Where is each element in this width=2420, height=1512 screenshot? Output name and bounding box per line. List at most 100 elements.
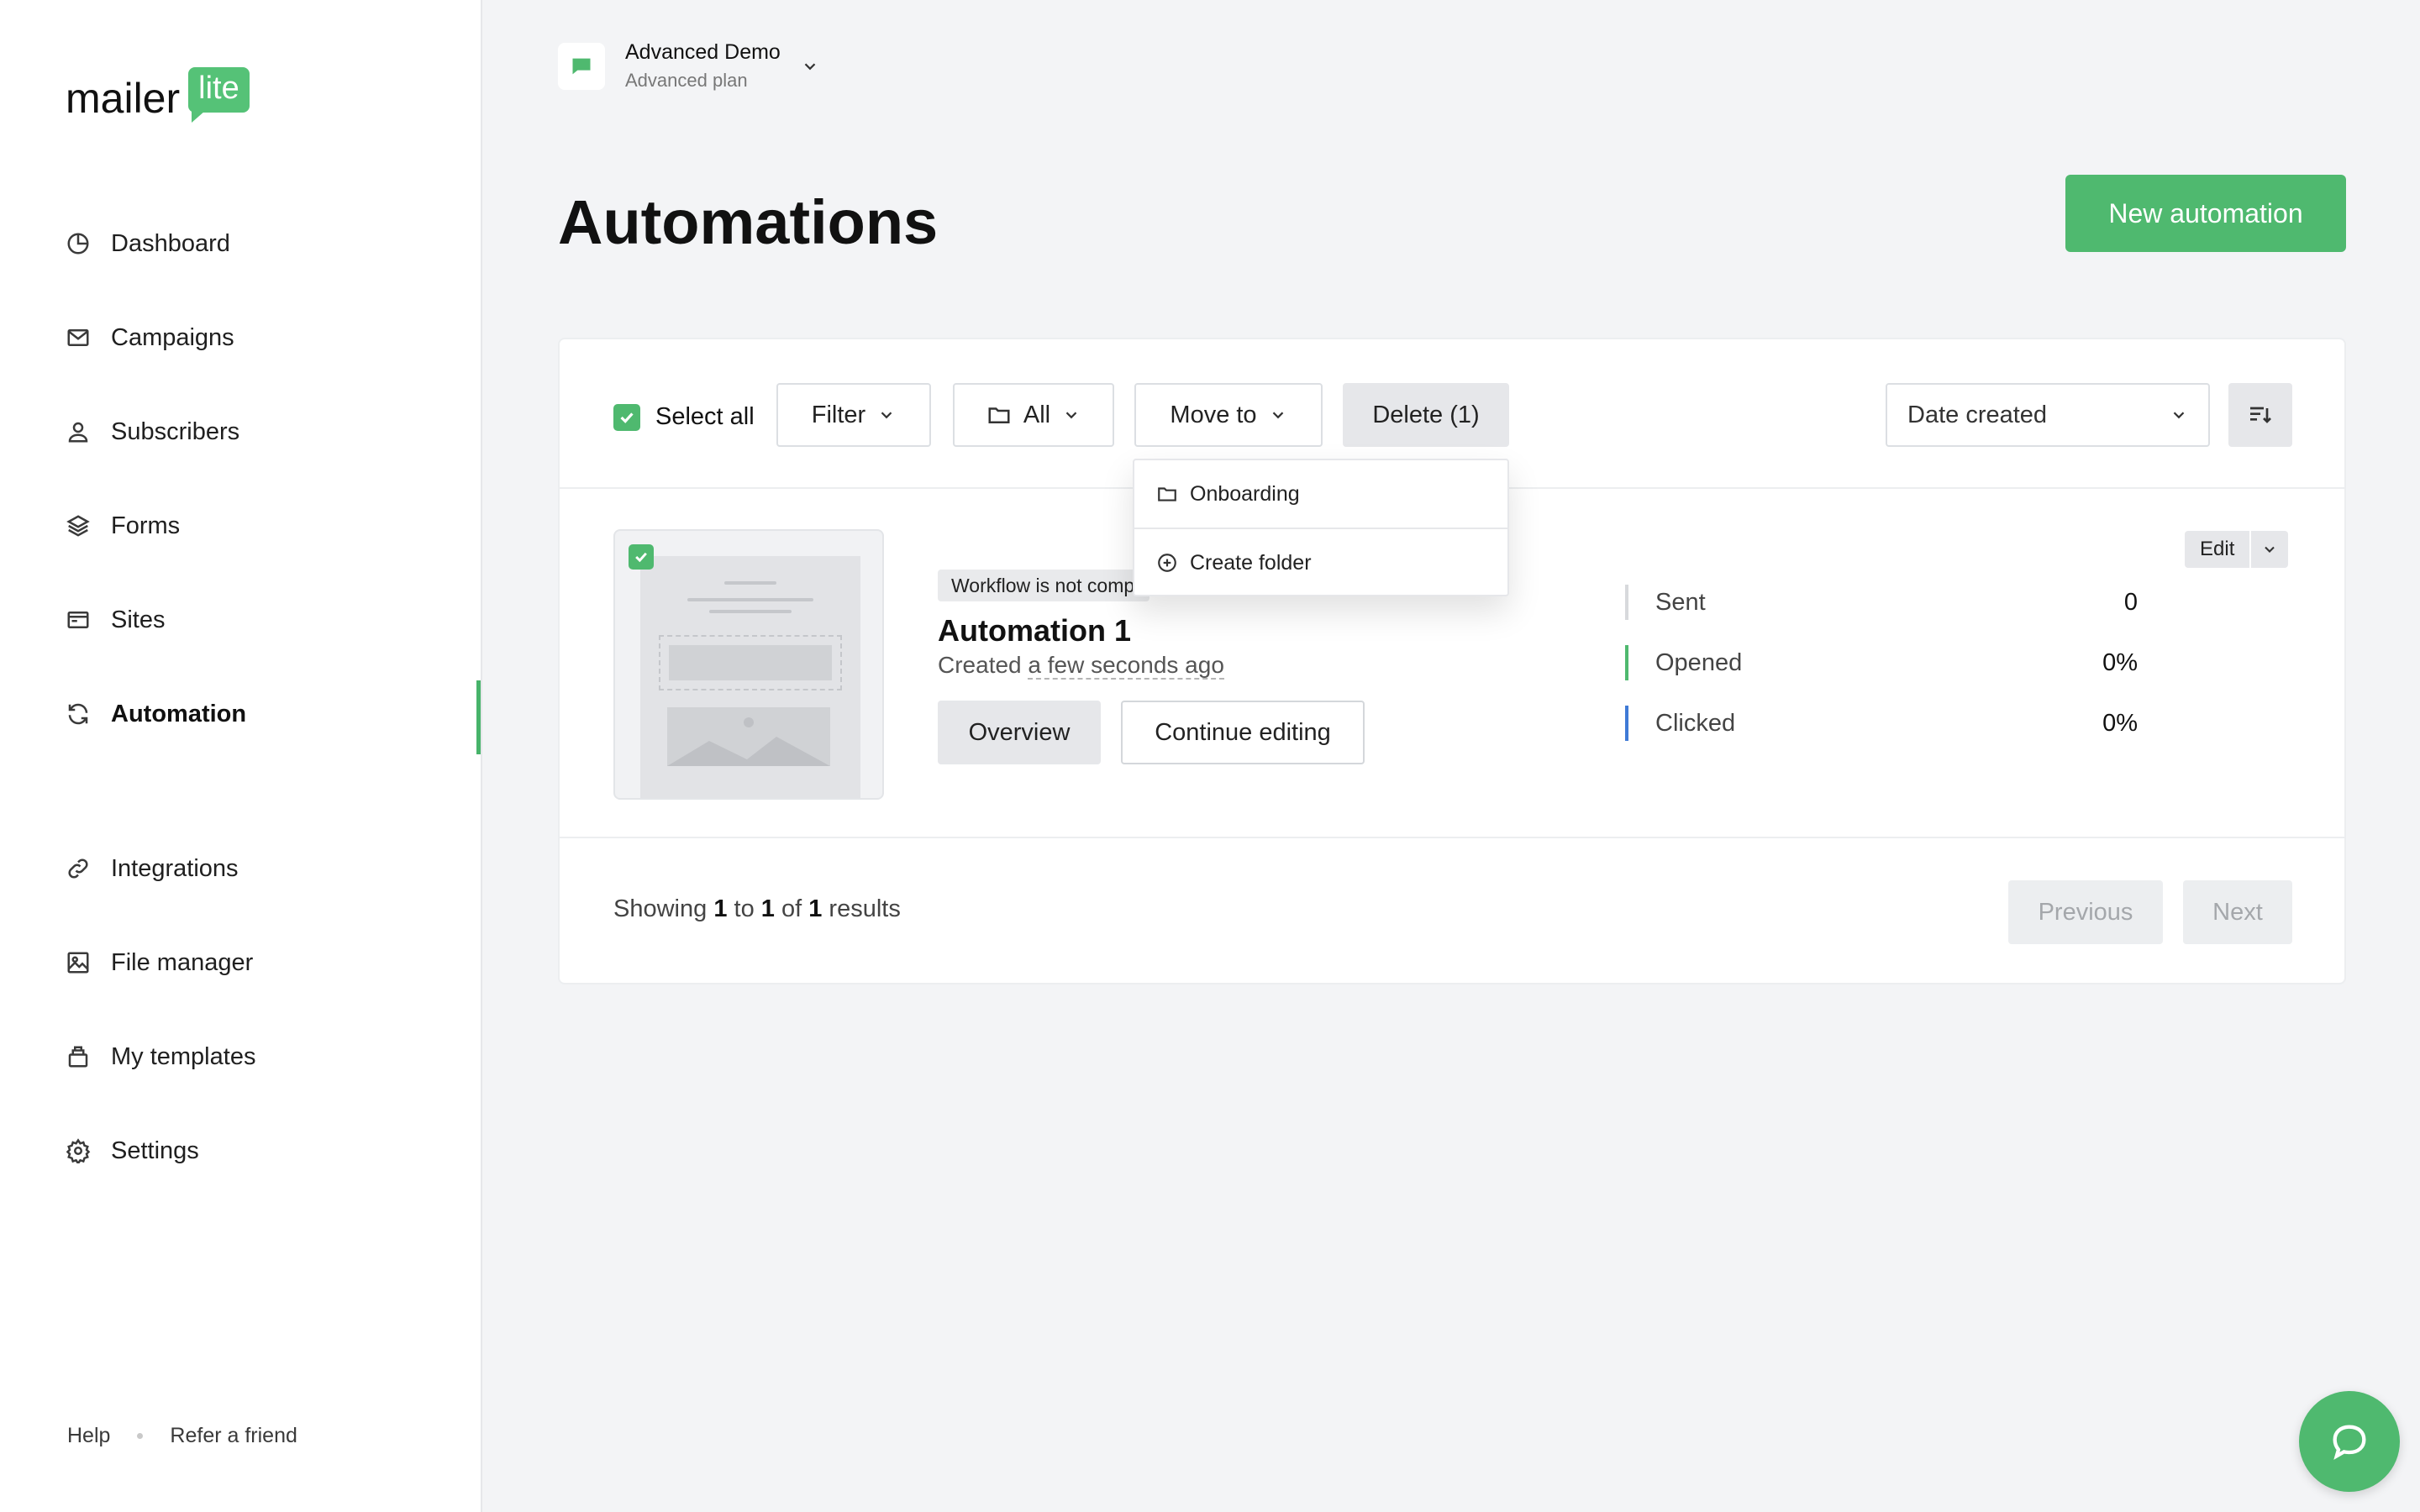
continue-editing-button[interactable]: Continue editing [1121, 701, 1365, 764]
status-badge: Workflow is not complete [938, 570, 1150, 601]
sidebar-item-automation[interactable]: Automation [0, 680, 481, 754]
sidebar-footer: Help Refer a friend [67, 1424, 297, 1448]
check-icon [635, 552, 647, 563]
filter-button[interactable]: Filter [776, 383, 931, 447]
mail-icon [66, 325, 91, 350]
automation-name[interactable]: Automation 1 [938, 613, 1131, 648]
to-label: to [734, 895, 755, 922]
stat-name: Opened [1655, 648, 1743, 676]
edit-options-button[interactable] [2249, 531, 2289, 568]
edit-button[interactable]: Edit [2185, 531, 2250, 568]
account-switcher[interactable]: Advanced Demo Advanced plan [558, 40, 819, 92]
account-avatar [558, 42, 605, 90]
chevron-down-icon [2173, 412, 2185, 419]
sidebar-item-dashboard[interactable]: Dashboard [0, 210, 481, 277]
user-icon [66, 419, 91, 444]
stat-bar [1625, 585, 1628, 620]
created-time: a few seconds ago [1028, 652, 1224, 680]
thumbnail-line [687, 598, 813, 601]
sidebar-item-sites[interactable]: Sites [0, 586, 481, 654]
chevron-down-icon [1272, 412, 1283, 419]
stat-value: 0% [2102, 709, 2138, 737]
help-link[interactable]: Help [67, 1424, 110, 1448]
chat-launcher-button[interactable] [2299, 1391, 2400, 1492]
plus-circle-icon [1158, 554, 1176, 572]
stat-bar [1625, 706, 1628, 741]
sidebar-item-label: Settings [111, 1137, 199, 1164]
sidebar-item-integrations[interactable]: Integrations [0, 835, 481, 902]
checkbox-checked-icon [613, 403, 640, 431]
gear-icon [66, 1138, 91, 1163]
thumbnail-button-placeholder [659, 635, 842, 690]
sidebar-item-settings[interactable]: Settings [0, 1117, 481, 1184]
refresh-icon [66, 701, 91, 727]
sidebar-item-label: Automation [111, 700, 247, 727]
automations-card: Select all Filter All Move to Delete (1)… [558, 338, 2346, 984]
browser-icon [66, 607, 91, 633]
stat-bar [1625, 645, 1628, 680]
results-summary: Showing 1 to 1 of 1 results [613, 895, 901, 923]
menu-item-onboarding[interactable]: Onboarding [1134, 460, 1507, 528]
automation-created: Created a few seconds ago [938, 652, 1224, 680]
link-icon [66, 856, 91, 881]
select-all-checkbox[interactable]: Select all [613, 403, 755, 431]
thumbnail-line [724, 581, 776, 585]
next-button[interactable]: Next [2183, 880, 2292, 944]
logo-word: mailer [66, 75, 181, 122]
landscape-icon [667, 717, 830, 766]
folder-select[interactable]: All [953, 383, 1114, 447]
select-all-label: Select all [655, 403, 755, 430]
results-to: 1 [760, 895, 775, 922]
template-icon [66, 1044, 91, 1069]
sidebar-item-file-manager[interactable]: File manager [0, 929, 481, 996]
move-to-label: Move to [1170, 401, 1257, 428]
sidebar: mailer lite Dashboard Campaigns Subscrib… [0, 0, 482, 1512]
chevron-down-icon [2265, 546, 2275, 553]
sidebar-item-label: Integrations [111, 854, 239, 882]
stat-clicked: Clicked 0% [1625, 706, 2138, 741]
delete-button[interactable]: Delete (1) [1343, 383, 1509, 447]
sidebar-item-label: Subscribers [111, 417, 240, 445]
stat-name: Sent [1655, 588, 1706, 616]
move-to-button[interactable]: Move to [1134, 383, 1323, 447]
automation-thumbnail[interactable] [613, 529, 884, 800]
menu-item-label: Create folder [1190, 550, 1312, 575]
account-name: Advanced Demo [625, 40, 781, 64]
menu-item-create-folder[interactable]: Create folder [1134, 529, 1507, 596]
sidebar-item-label: File manager [111, 948, 254, 976]
sidebar-item-label: My templates [111, 1042, 256, 1070]
page-title: Automations [558, 187, 939, 257]
sidebar-item-subscribers[interactable]: Subscribers [0, 398, 481, 465]
chevron-down-icon [1065, 412, 1077, 419]
stat-value: 0 [2123, 588, 2138, 616]
sidebar-item-label: Dashboard [111, 229, 230, 257]
sidebar-item-label: Sites [111, 606, 166, 633]
menu-item-label: Onboarding [1190, 481, 1300, 506]
mailerlite-logo[interactable]: mailer lite [66, 67, 250, 123]
dashboard-icon [66, 231, 91, 256]
row-checkbox[interactable] [629, 544, 654, 570]
sidebar-item-label: Forms [111, 512, 181, 539]
chat-bubble-icon [2333, 1425, 2366, 1460]
chevron-down-icon [804, 62, 816, 70]
account-plan: Advanced plan [625, 70, 748, 91]
folder-icon [1158, 487, 1176, 501]
move-to-menu: Onboarding Create folder [1133, 459, 1509, 596]
sidebar-item-my-templates[interactable]: My templates [0, 1023, 481, 1090]
stat-name: Clicked [1655, 709, 1736, 737]
of-label: of [781, 895, 802, 922]
new-automation-button[interactable]: New automation [2065, 175, 2346, 252]
sort-select[interactable]: Date created [1886, 383, 2210, 447]
sort-direction-button[interactable] [2228, 383, 2292, 447]
previous-button[interactable]: Previous [2008, 880, 2163, 944]
refer-link[interactable]: Refer a friend [170, 1424, 297, 1448]
layers-icon [66, 513, 91, 538]
chevron-down-icon [881, 412, 892, 419]
sort-descending-icon [2250, 407, 2271, 423]
overview-button[interactable]: Overview [938, 701, 1101, 764]
sort-label: Date created [1907, 401, 2048, 428]
folder-icon [988, 407, 1010, 423]
sidebar-item-forms[interactable]: Forms [0, 492, 481, 559]
sidebar-item-campaigns[interactable]: Campaigns [0, 304, 481, 371]
chat-flag-icon [572, 58, 591, 74]
